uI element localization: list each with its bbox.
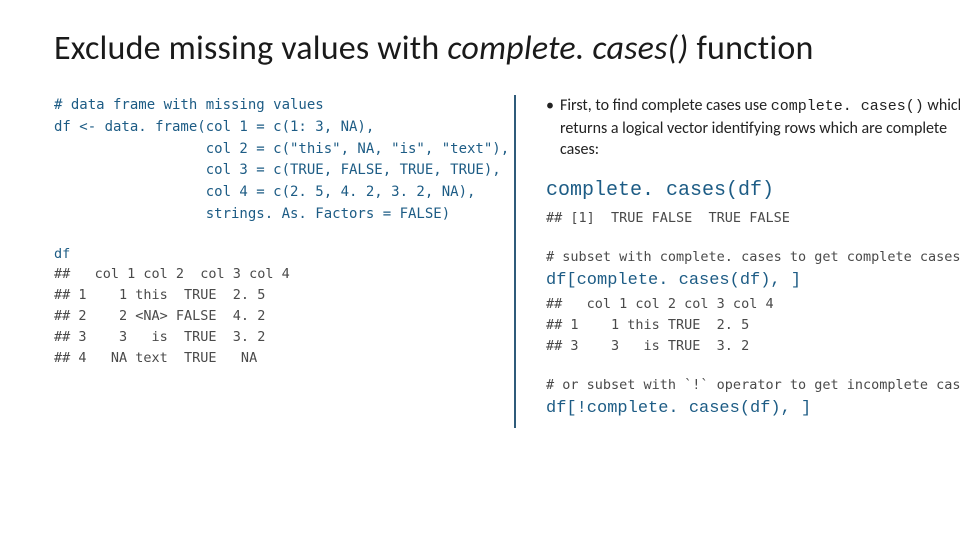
slide: Exclude missing values with complete. ca… — [0, 0, 960, 540]
inline-code-completecases: complete. cases() — [771, 98, 924, 115]
title-post: function — [696, 28, 813, 69]
title-pre: Exclude missing values with — [54, 28, 447, 69]
right-body: First, to find complete cases use comple… — [540, 95, 960, 422]
inverse-block: # or subset with `!` operator to get inc… — [546, 375, 960, 422]
completecases-output: ## [1] TRUE FALSE TRUE FALSE — [546, 208, 960, 229]
subset-block: # subset with complete. cases to get com… — [546, 247, 960, 357]
two-column-body: # data frame with missing values df <- d… — [54, 95, 906, 428]
subset-comment: # subset with complete. cases to get com… — [546, 249, 960, 265]
bullet-explain: First, to find complete cases use comple… — [546, 95, 960, 160]
left-column: # data frame with missing values df <- d… — [54, 95, 514, 428]
bullet-text-a: First, to find complete cases use — [560, 96, 771, 115]
subset-call: df[complete. cases(df), ] — [546, 271, 801, 290]
inverse-comment: # or subset with `!` operator to get inc… — [546, 377, 960, 393]
code-body: df <- data. frame(col 1 = c(1: 3, NA), c… — [54, 119, 509, 222]
title-fn: complete. cases() — [447, 28, 696, 69]
df-echo: df — [54, 246, 70, 262]
completecases-call: complete. cases(df) — [546, 179, 960, 202]
df-table-output: ## col 1 col 2 col 3 col 4 ## 1 1 this T… — [54, 266, 290, 366]
slide-title: Exclude missing values with complete. ca… — [54, 30, 906, 67]
subset-output: ## col 1 col 2 col 3 col 4 ## 1 1 this T… — [546, 296, 774, 354]
df-create-code: # data frame with missing values df <- d… — [54, 95, 494, 225]
right-column: First, to find complete cases use comple… — [514, 95, 960, 428]
df-print-code: df ## col 1 col 2 col 3 col 4 ## 1 1 thi… — [54, 244, 494, 370]
cc-out: ## [1] TRUE FALSE TRUE FALSE — [546, 210, 790, 226]
code-comment: # data frame with missing values — [54, 97, 324, 113]
inverse-call: df[!complete. cases(df), ] — [546, 399, 811, 418]
